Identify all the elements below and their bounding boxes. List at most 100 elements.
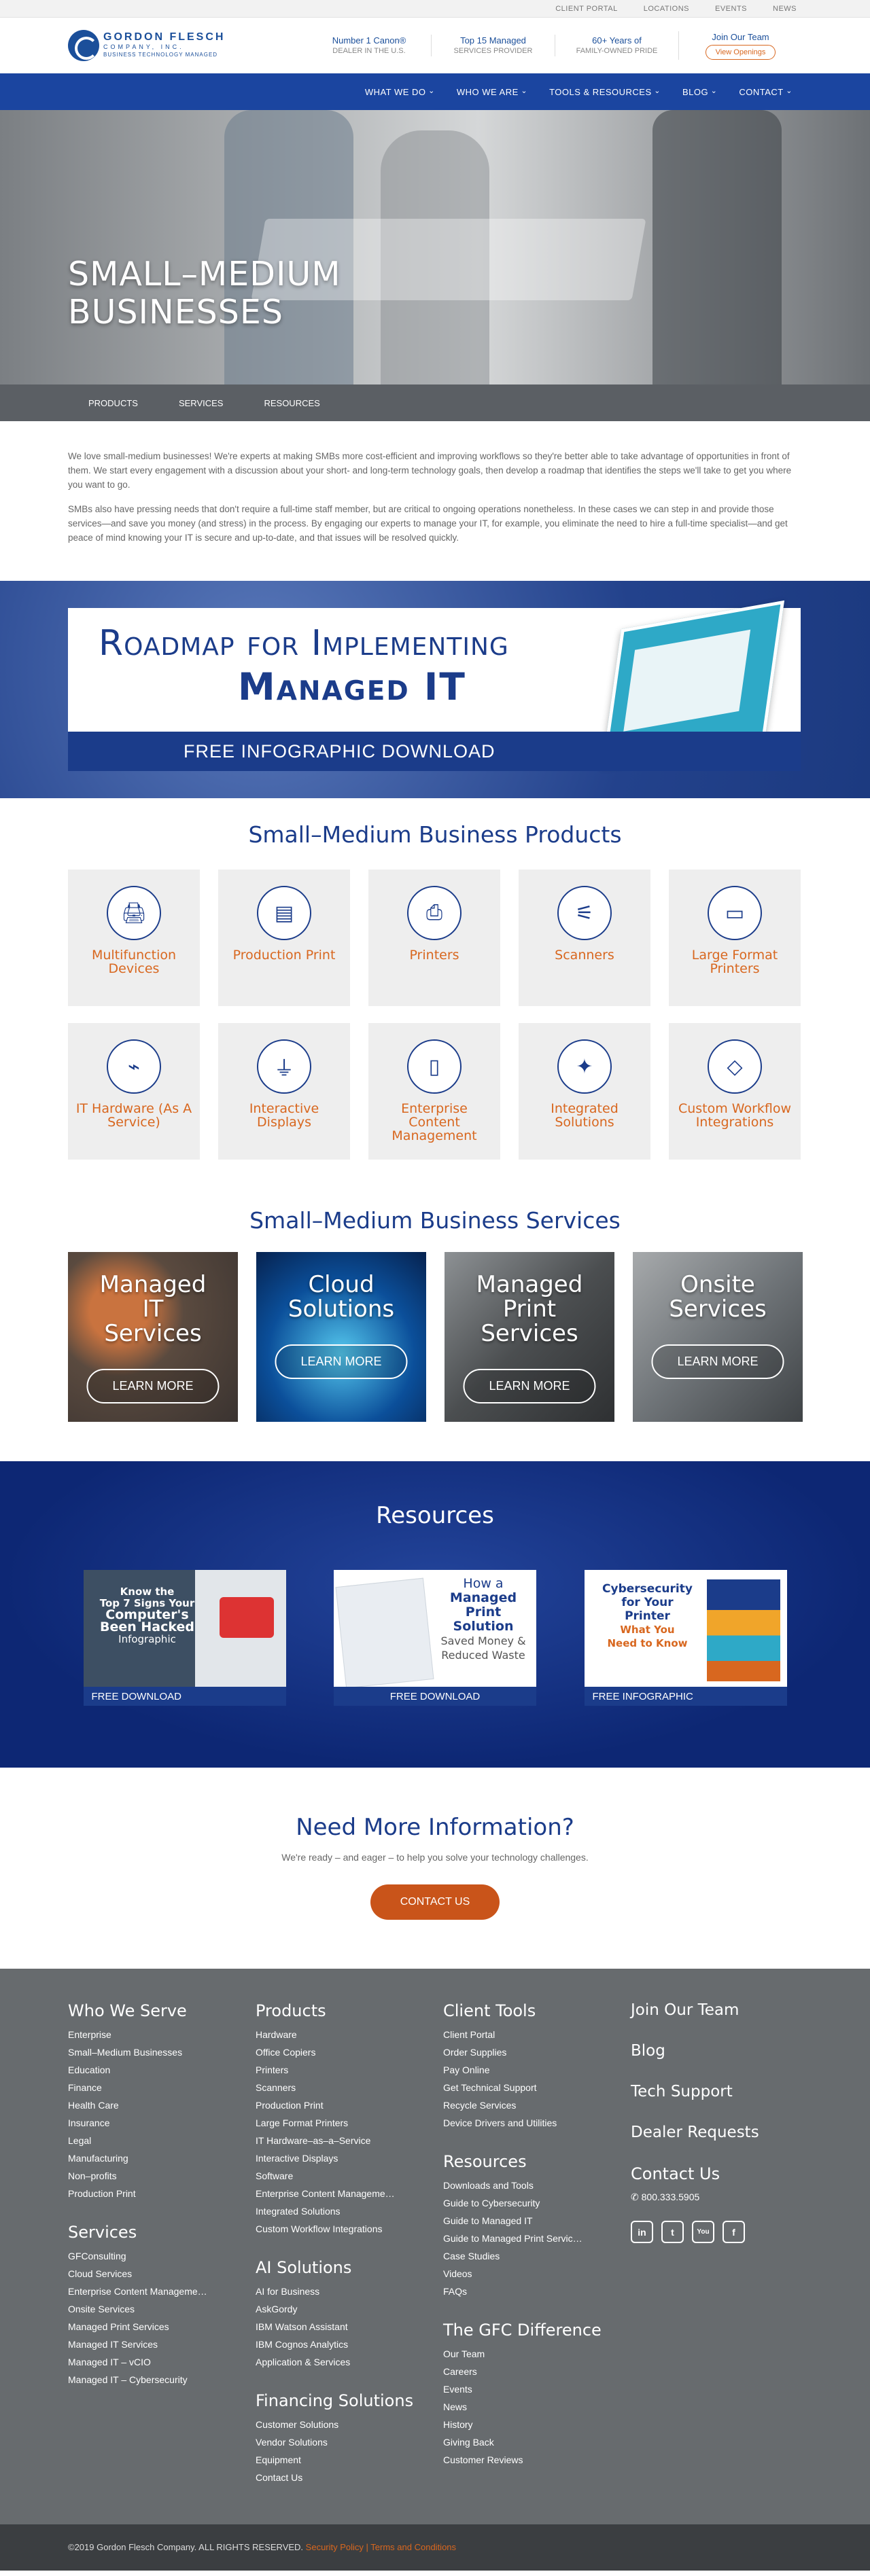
footer-link[interactable]: Customer Reviews [443,2451,631,2469]
footer-link[interactable]: Office Copiers [256,2043,443,2061]
footer-tech-support[interactable]: Tech Support [631,2083,818,2100]
footer-link[interactable]: Managed IT – Cybersecurity [68,2371,256,2389]
footer-link[interactable]: Finance [68,2079,256,2096]
footer-link[interactable]: Pay Online [443,2061,631,2079]
footer-link[interactable]: Events [443,2380,631,2398]
product-card[interactable]: ▭ Large Format Printers [669,870,801,1006]
product-card[interactable]: ⚟ Scanners [519,870,650,1006]
nav-blog[interactable]: BLOG [682,87,717,97]
footer-link[interactable]: Client Portal [443,2026,631,2043]
subnav-services[interactable]: SERVICES [179,398,224,408]
util-link-client-portal[interactable]: CLIENT PORTAL [555,5,617,13]
footer-link[interactable]: Legal [68,2132,256,2149]
linkedin-icon[interactable]: in [631,2221,653,2243]
footer-link[interactable]: Managed Print Services [68,2318,256,2336]
view-openings-button[interactable]: View Openings [705,45,776,60]
footer-link[interactable]: Videos [443,2265,631,2283]
footer-link[interactable]: News [443,2398,631,2416]
footer-link[interactable]: Small–Medium Businesses [68,2043,256,2061]
learn-more-button[interactable]: LEARN MORE [463,1369,596,1403]
resource-cta[interactable]: FREE INFOGRAPHIC [584,1687,787,1706]
footer-link[interactable]: Insurance [68,2114,256,2132]
product-card[interactable]: ⌁ IT Hardware (As A Service) [68,1023,200,1160]
footer-link[interactable]: Onsite Services [68,2300,256,2318]
footer-link[interactable]: Recycle Services [443,2096,631,2114]
footer-link[interactable]: Large Format Printers [256,2114,443,2132]
footer-link[interactable]: History [443,2416,631,2433]
product-card[interactable]: ▤ Production Print [218,870,350,1006]
learn-more-button[interactable]: LEARN MORE [275,1344,408,1379]
product-card[interactable]: ⎙ Printers [368,870,500,1006]
contact-us-button[interactable]: CONTACT US [370,1884,500,1920]
footer-link[interactable]: Enterprise Content Manageme… [68,2283,256,2300]
subnav-resources[interactable]: RESOURCES [264,398,319,408]
nav-who-we-are[interactable]: WHO WE ARE [457,87,527,97]
resource-card-cybersecurity[interactable]: Cybersecurity for Your Printer What You … [584,1570,787,1706]
footer-link[interactable]: Application & Services [256,2353,443,2371]
resource-cta[interactable]: FREE DOWNLOAD [334,1687,536,1706]
util-link-locations[interactable]: LOCATIONS [644,5,689,13]
footer-link[interactable]: Device Drivers and Utilities [443,2114,631,2132]
learn-more-button[interactable]: LEARN MORE [651,1344,784,1379]
footer-link[interactable]: Customer Solutions [256,2416,443,2433]
join-our-team-label[interactable]: Join Our Team [686,31,795,43]
footer-link[interactable]: Our Team [443,2345,631,2363]
util-link-events[interactable]: EVENTS [715,5,747,13]
footer-link[interactable]: Enterprise [68,2026,256,2043]
youtube-icon[interactable]: You [692,2221,714,2243]
footer-link[interactable]: Cloud Services [68,2265,256,2283]
product-card[interactable]: ◇ Custom Workflow Integrations [669,1023,801,1160]
footer-link[interactable]: GFConsulting [68,2247,256,2265]
terms-link[interactable]: Terms and Conditions [370,2542,456,2552]
footer-link[interactable]: IBM Cognos Analytics [256,2336,443,2353]
footer-link[interactable]: Giving Back [443,2433,631,2451]
footer-link[interactable]: Manufacturing [68,2149,256,2167]
footer-link[interactable]: Custom Workflow Integrations [256,2220,443,2238]
footer-link[interactable]: Interactive Displays [256,2149,443,2167]
footer-link[interactable]: Case Studies [443,2247,631,2265]
resource-cta[interactable]: FREE DOWNLOAD [83,1687,286,1706]
footer-link[interactable]: Hardware [256,2026,443,2043]
footer-link[interactable]: Get Technical Support [443,2079,631,2096]
resource-card-hacked[interactable]: Know the Top 7 Signs Your Computer's Bee… [83,1570,286,1706]
footer-link[interactable]: Non–profits [68,2167,256,2185]
twitter-icon[interactable]: t [661,2221,684,2243]
product-card[interactable]: ⏚ Interactive Displays [218,1023,350,1160]
footer-link[interactable]: FAQs [443,2283,631,2300]
footer-link[interactable]: Equipment [256,2451,443,2469]
footer-link[interactable]: Managed IT Services [68,2336,256,2353]
footer-link[interactable]: Health Care [68,2096,256,2114]
footer-link[interactable]: Contact Us [256,2469,443,2486]
site-logo[interactable]: GORDON FLESCH COMPANY, INC. BUSINESS TEC… [68,30,292,61]
banner-cta[interactable]: FREE INFOGRAPHIC DOWNLOAD [184,741,495,762]
footer-link[interactable]: Managed IT – vCIO [68,2353,256,2371]
subnav-products[interactable]: PRODUCTS [88,398,138,408]
footer-link[interactable]: Production Print [68,2185,256,2202]
footer-join-our-team[interactable]: Join Our Team [631,2001,818,2019]
util-link-news[interactable]: NEWS [773,5,797,13]
footer-link[interactable]: Careers [443,2363,631,2380]
footer-link[interactable]: Guide to Cybersecurity [443,2194,631,2212]
security-policy-link[interactable]: Security Policy [306,2542,364,2552]
footer-link[interactable]: Guide to Managed Print Servic… [443,2230,631,2247]
footer-link[interactable]: Downloads and Tools [443,2177,631,2194]
product-card[interactable]: 🖨 Multifunction Devices [68,870,200,1006]
nav-tools-resources[interactable]: TOOLS & RESOURCES [549,87,661,97]
footer-link[interactable]: Vendor Solutions [256,2433,443,2451]
resource-card-print-solution[interactable]: How a Managed Print Solution Saved Money… [334,1570,536,1706]
footer-link[interactable]: Printers [256,2061,443,2079]
product-card[interactable]: ✦ Integrated Solutions [519,1023,650,1160]
service-card-managed-it[interactable]: Managed IT Services LEARN MORE [68,1252,238,1422]
footer-phone[interactable]: ✆ 800.333.5905 [631,2192,818,2203]
footer-link[interactable]: IT Hardware–as–a–Service [256,2132,443,2149]
footer-link[interactable]: Production Print [256,2096,443,2114]
nav-contact[interactable]: CONTACT [739,87,793,97]
footer-link[interactable]: AskGordy [256,2300,443,2318]
service-card-onsite[interactable]: Onsite Services LEARN MORE [633,1252,803,1422]
service-card-cloud[interactable]: Cloud Solutions LEARN MORE [256,1252,426,1422]
footer-link[interactable]: IBM Watson Assistant [256,2318,443,2336]
facebook-icon[interactable]: f [723,2221,745,2243]
service-card-managed-print[interactable]: Managed Print Services LEARN MORE [445,1252,614,1422]
footer-link[interactable]: Integrated Solutions [256,2202,443,2220]
footer-link[interactable]: Education [68,2061,256,2079]
